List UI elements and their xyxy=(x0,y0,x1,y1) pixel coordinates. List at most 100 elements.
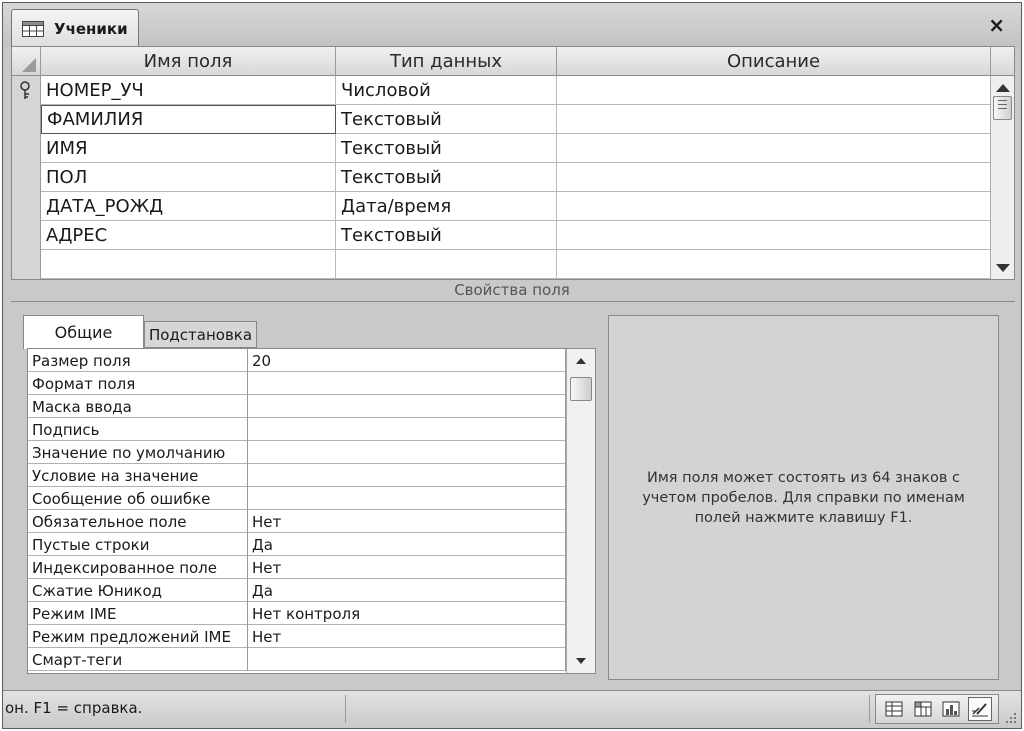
property-value[interactable] xyxy=(248,464,566,487)
property-value[interactable] xyxy=(248,441,566,464)
property-row[interactable]: Формат поля xyxy=(28,372,595,395)
datasheet-view-button[interactable] xyxy=(882,697,906,721)
table-row[interactable]: ФАМИЛИЯ Текстовый xyxy=(12,105,991,134)
table-row[interactable] xyxy=(12,250,991,279)
description-cell[interactable] xyxy=(557,221,991,250)
field-name-cell[interactable] xyxy=(41,250,336,279)
tab-lookup[interactable]: Подстановка xyxy=(144,321,257,348)
row-selector[interactable] xyxy=(12,134,41,163)
description-cell[interactable] xyxy=(557,134,991,163)
row-selector[interactable] xyxy=(12,221,41,250)
scroll-thumb[interactable] xyxy=(993,96,1012,120)
property-help-panel: Имя поля может состоять из 64 знаков с у… xyxy=(608,315,999,680)
status-bar: он. F1 = справка. xyxy=(3,690,1021,728)
property-value[interactable]: Нет контроля xyxy=(248,602,566,625)
scroll-down-icon[interactable] xyxy=(996,264,1010,272)
tab-general[interactable]: Общие xyxy=(23,315,144,349)
property-label: Сообщение об ошибке xyxy=(28,487,248,510)
pivot-chart-view-button[interactable] xyxy=(939,697,963,721)
description-cell[interactable] xyxy=(557,163,991,192)
property-row[interactable]: Режим IME Нет контроля xyxy=(28,602,595,625)
data-type-cell[interactable]: Текстовый xyxy=(336,163,557,192)
property-row[interactable]: Режим предложений IME Нет xyxy=(28,625,595,648)
document-tab[interactable]: Ученики xyxy=(11,9,139,47)
field-name-cell[interactable]: ФАМИЛИЯ xyxy=(41,105,336,134)
table-row[interactable]: ДАТА_РОЖД Дата/время xyxy=(12,192,991,221)
property-value[interactable]: 20 xyxy=(248,349,566,372)
property-value[interactable]: Нет xyxy=(248,556,566,579)
scroll-down-icon[interactable] xyxy=(576,658,586,664)
row-selector[interactable] xyxy=(12,105,41,134)
property-row[interactable]: Обязательное поле Нет xyxy=(28,510,595,533)
property-label: Пустые строки xyxy=(28,533,248,556)
property-row[interactable]: Сообщение об ошибке xyxy=(28,487,595,510)
property-row[interactable]: Маска ввода xyxy=(28,395,595,418)
document-tab-title: Ученики xyxy=(54,19,128,38)
property-row[interactable]: Пустые строки Да xyxy=(28,533,595,556)
data-type-cell[interactable]: Текстовый xyxy=(336,221,557,250)
close-icon[interactable]: × xyxy=(988,15,1005,35)
scroll-up-icon[interactable] xyxy=(996,84,1010,92)
property-value[interactable] xyxy=(248,372,566,395)
column-header-field-name[interactable]: Имя поля xyxy=(41,47,336,76)
select-all-corner[interactable] xyxy=(12,47,41,76)
property-value[interactable] xyxy=(248,487,566,510)
data-type-cell[interactable]: Текстовый xyxy=(336,134,557,163)
property-label: Режим IME xyxy=(28,602,248,625)
property-row[interactable]: Подпись xyxy=(28,418,595,441)
field-name-cell[interactable]: ДАТА_РОЖД xyxy=(41,192,336,221)
grid-vertical-scrollbar[interactable] xyxy=(990,76,1014,279)
description-cell[interactable] xyxy=(557,76,991,105)
column-header-data-type[interactable]: Тип данных xyxy=(336,47,557,76)
data-type-cell[interactable]: Текстовый xyxy=(336,105,557,134)
status-text: он. F1 = справка. xyxy=(5,699,143,717)
field-name-cell[interactable]: АДРЕС xyxy=(41,221,336,250)
field-properties-list: Размер поля 20 Формат поля Маска ввода По… xyxy=(27,348,596,674)
description-cell[interactable] xyxy=(557,105,991,134)
table-row[interactable]: АДРЕС Текстовый xyxy=(12,221,991,250)
status-separator xyxy=(869,695,870,723)
resize-grip-icon[interactable] xyxy=(1005,712,1017,724)
property-row[interactable]: Размер поля 20 xyxy=(28,349,595,372)
column-header-description[interactable]: Описание xyxy=(557,47,991,76)
design-view-icon xyxy=(971,703,988,717)
table-row[interactable]: ПОЛ Текстовый xyxy=(12,163,991,192)
property-value[interactable] xyxy=(248,418,566,441)
row-selector[interactable] xyxy=(12,163,41,192)
property-row[interactable]: Смарт-теги xyxy=(28,648,595,671)
document-tab-strip: Ученики × xyxy=(3,3,1021,47)
grid-rows: НОМЕР_УЧ Числовой ФАМИЛИЯ Текстовый ИМЯ … xyxy=(12,76,991,279)
scroll-thumb[interactable] xyxy=(570,377,592,401)
table-row[interactable]: ИМЯ Текстовый xyxy=(12,134,991,163)
field-name-cell[interactable]: НОМЕР_УЧ xyxy=(41,76,336,105)
data-type-cell[interactable] xyxy=(336,250,557,279)
row-selector[interactable] xyxy=(12,192,41,221)
property-row[interactable]: Условие на значение xyxy=(28,464,595,487)
description-cell[interactable] xyxy=(557,192,991,221)
property-label: Обязательное поле xyxy=(28,510,248,533)
property-label: Размер поля xyxy=(28,349,248,372)
row-selector[interactable] xyxy=(12,76,41,105)
data-type-cell[interactable]: Дата/время xyxy=(336,192,557,221)
row-selector[interactable] xyxy=(12,250,41,279)
field-name-cell[interactable]: ПОЛ xyxy=(41,163,336,192)
property-value[interactable]: Нет xyxy=(248,625,566,648)
property-row[interactable]: Значение по умолчанию xyxy=(28,441,595,464)
property-value[interactable]: Да xyxy=(248,579,566,602)
property-value[interactable] xyxy=(248,395,566,418)
status-separator xyxy=(345,695,346,723)
description-cell[interactable] xyxy=(557,250,991,279)
design-view-button[interactable] xyxy=(967,697,992,721)
property-value[interactable] xyxy=(248,648,566,671)
table-icon xyxy=(22,20,44,37)
field-name-cell[interactable]: ИМЯ xyxy=(41,134,336,163)
property-row[interactable]: Сжатие Юникод Да xyxy=(28,579,595,602)
properties-vertical-scrollbar[interactable] xyxy=(566,349,595,673)
property-value[interactable]: Да xyxy=(248,533,566,556)
property-value[interactable]: Нет xyxy=(248,510,566,533)
pivot-table-view-button[interactable] xyxy=(911,697,935,721)
property-row[interactable]: Индексированное поле Нет xyxy=(28,556,595,579)
data-type-cell[interactable]: Числовой xyxy=(336,76,557,105)
table-row[interactable]: НОМЕР_УЧ Числовой xyxy=(12,76,991,105)
scroll-up-icon[interactable] xyxy=(576,358,586,364)
